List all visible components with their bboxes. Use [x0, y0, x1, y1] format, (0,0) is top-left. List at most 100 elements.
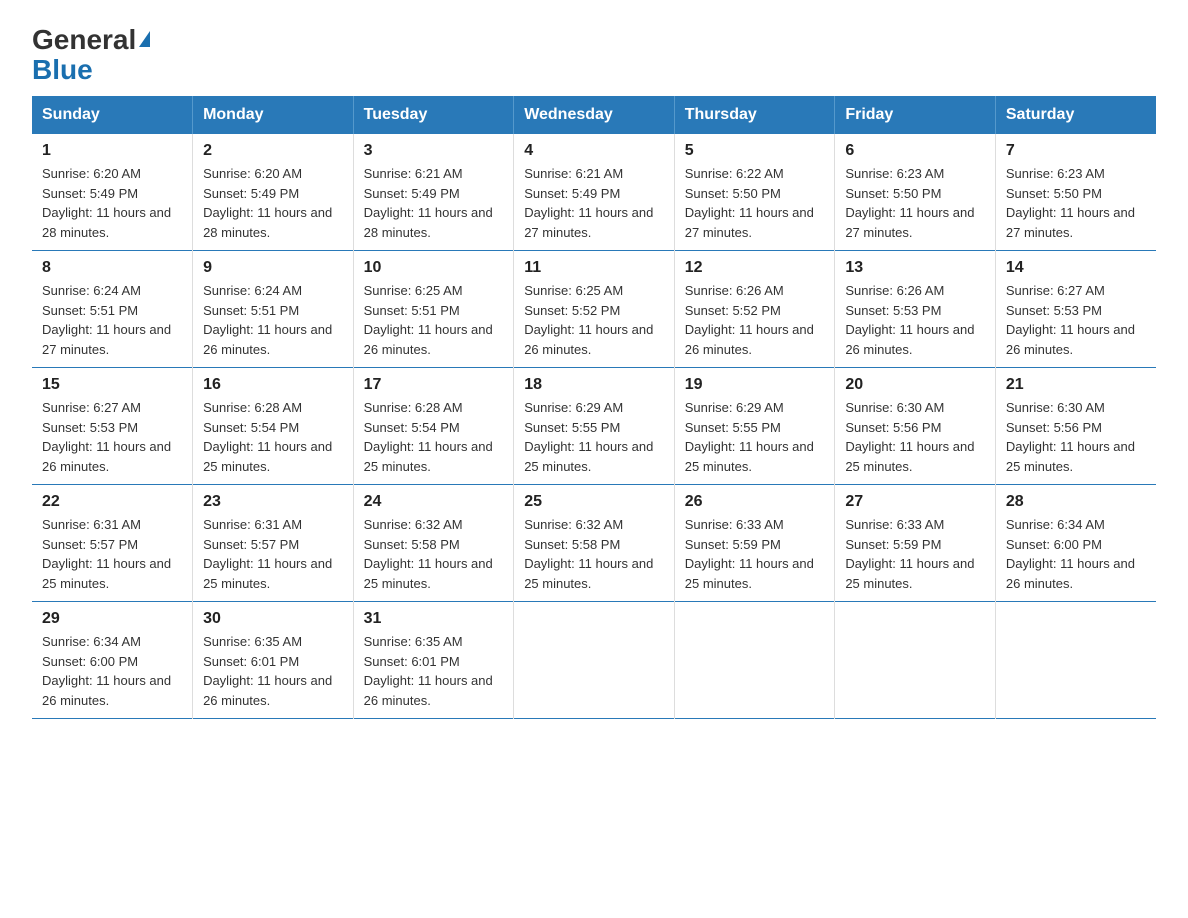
logo-blue-text: Blue [32, 56, 93, 84]
day-info: Sunrise: 6:34 AMSunset: 6:00 PMDaylight:… [1006, 515, 1146, 593]
day-number: 20 [845, 376, 985, 394]
day-info: Sunrise: 6:24 AMSunset: 5:51 PMDaylight:… [203, 281, 343, 359]
calendar-day-cell: 12 Sunrise: 6:26 AMSunset: 5:52 PMDaylig… [674, 251, 835, 368]
day-info: Sunrise: 6:23 AMSunset: 5:50 PMDaylight:… [1006, 164, 1146, 242]
day-info: Sunrise: 6:20 AMSunset: 5:49 PMDaylight:… [203, 164, 343, 242]
day-number: 25 [524, 493, 664, 511]
calendar-day-cell: 13 Sunrise: 6:26 AMSunset: 5:53 PMDaylig… [835, 251, 996, 368]
calendar-day-cell: 28 Sunrise: 6:34 AMSunset: 6:00 PMDaylig… [995, 485, 1156, 602]
calendar-day-cell [995, 602, 1156, 719]
calendar-day-cell: 23 Sunrise: 6:31 AMSunset: 5:57 PMDaylig… [193, 485, 354, 602]
calendar-week-row: 8 Sunrise: 6:24 AMSunset: 5:51 PMDayligh… [32, 251, 1156, 368]
day-number: 16 [203, 376, 343, 394]
day-number: 27 [845, 493, 985, 511]
day-info: Sunrise: 6:25 AMSunset: 5:52 PMDaylight:… [524, 281, 664, 359]
day-number: 7 [1006, 142, 1146, 160]
day-info: Sunrise: 6:28 AMSunset: 5:54 PMDaylight:… [203, 398, 343, 476]
calendar-day-cell: 31 Sunrise: 6:35 AMSunset: 6:01 PMDaylig… [353, 602, 514, 719]
day-info: Sunrise: 6:35 AMSunset: 6:01 PMDaylight:… [203, 632, 343, 710]
day-number: 10 [364, 259, 504, 277]
calendar-week-row: 15 Sunrise: 6:27 AMSunset: 5:53 PMDaylig… [32, 368, 1156, 485]
day-number: 31 [364, 610, 504, 628]
calendar-header-row: SundayMondayTuesdayWednesdayThursdayFrid… [32, 96, 1156, 134]
calendar-day-cell: 25 Sunrise: 6:32 AMSunset: 5:58 PMDaylig… [514, 485, 675, 602]
calendar-week-row: 22 Sunrise: 6:31 AMSunset: 5:57 PMDaylig… [32, 485, 1156, 602]
day-number: 17 [364, 376, 504, 394]
calendar-day-cell: 10 Sunrise: 6:25 AMSunset: 5:51 PMDaylig… [353, 251, 514, 368]
calendar-day-cell: 27 Sunrise: 6:33 AMSunset: 5:59 PMDaylig… [835, 485, 996, 602]
day-number: 23 [203, 493, 343, 511]
day-number: 29 [42, 610, 182, 628]
calendar-day-cell: 26 Sunrise: 6:33 AMSunset: 5:59 PMDaylig… [674, 485, 835, 602]
day-number: 3 [364, 142, 504, 160]
calendar-day-cell: 21 Sunrise: 6:30 AMSunset: 5:56 PMDaylig… [995, 368, 1156, 485]
calendar-day-cell: 22 Sunrise: 6:31 AMSunset: 5:57 PMDaylig… [32, 485, 193, 602]
calendar-table: SundayMondayTuesdayWednesdayThursdayFrid… [32, 96, 1156, 719]
calendar-day-cell [674, 602, 835, 719]
calendar-day-cell: 19 Sunrise: 6:29 AMSunset: 5:55 PMDaylig… [674, 368, 835, 485]
day-info: Sunrise: 6:27 AMSunset: 5:53 PMDaylight:… [42, 398, 182, 476]
calendar-day-cell: 16 Sunrise: 6:28 AMSunset: 5:54 PMDaylig… [193, 368, 354, 485]
day-info: Sunrise: 6:31 AMSunset: 5:57 PMDaylight:… [203, 515, 343, 593]
day-info: Sunrise: 6:33 AMSunset: 5:59 PMDaylight:… [685, 515, 825, 593]
logo-general-text: General [32, 24, 136, 56]
day-number: 18 [524, 376, 664, 394]
calendar-day-cell [835, 602, 996, 719]
col-header-thursday: Thursday [674, 96, 835, 134]
day-number: 14 [1006, 259, 1146, 277]
calendar-day-cell [514, 602, 675, 719]
col-header-monday: Monday [193, 96, 354, 134]
calendar-day-cell: 14 Sunrise: 6:27 AMSunset: 5:53 PMDaylig… [995, 251, 1156, 368]
calendar-day-cell: 24 Sunrise: 6:32 AMSunset: 5:58 PMDaylig… [353, 485, 514, 602]
calendar-week-row: 29 Sunrise: 6:34 AMSunset: 6:00 PMDaylig… [32, 602, 1156, 719]
day-info: Sunrise: 6:35 AMSunset: 6:01 PMDaylight:… [364, 632, 504, 710]
logo-triangle-icon [139, 31, 150, 47]
day-number: 15 [42, 376, 182, 394]
day-info: Sunrise: 6:25 AMSunset: 5:51 PMDaylight:… [364, 281, 504, 359]
calendar-day-cell: 5 Sunrise: 6:22 AMSunset: 5:50 PMDayligh… [674, 134, 835, 251]
day-number: 8 [42, 259, 182, 277]
day-info: Sunrise: 6:32 AMSunset: 5:58 PMDaylight:… [364, 515, 504, 593]
calendar-day-cell: 1 Sunrise: 6:20 AMSunset: 5:49 PMDayligh… [32, 134, 193, 251]
day-number: 4 [524, 142, 664, 160]
calendar-day-cell: 29 Sunrise: 6:34 AMSunset: 6:00 PMDaylig… [32, 602, 193, 719]
calendar-day-cell: 2 Sunrise: 6:20 AMSunset: 5:49 PMDayligh… [193, 134, 354, 251]
calendar-day-cell: 18 Sunrise: 6:29 AMSunset: 5:55 PMDaylig… [514, 368, 675, 485]
col-header-tuesday: Tuesday [353, 96, 514, 134]
day-number: 9 [203, 259, 343, 277]
day-info: Sunrise: 6:24 AMSunset: 5:51 PMDaylight:… [42, 281, 182, 359]
calendar-day-cell: 3 Sunrise: 6:21 AMSunset: 5:49 PMDayligh… [353, 134, 514, 251]
day-info: Sunrise: 6:29 AMSunset: 5:55 PMDaylight:… [524, 398, 664, 476]
day-info: Sunrise: 6:32 AMSunset: 5:58 PMDaylight:… [524, 515, 664, 593]
day-info: Sunrise: 6:20 AMSunset: 5:49 PMDaylight:… [42, 164, 182, 242]
calendar-day-cell: 7 Sunrise: 6:23 AMSunset: 5:50 PMDayligh… [995, 134, 1156, 251]
col-header-friday: Friday [835, 96, 996, 134]
day-info: Sunrise: 6:26 AMSunset: 5:52 PMDaylight:… [685, 281, 825, 359]
day-number: 28 [1006, 493, 1146, 511]
day-number: 12 [685, 259, 825, 277]
day-info: Sunrise: 6:27 AMSunset: 5:53 PMDaylight:… [1006, 281, 1146, 359]
calendar-day-cell: 30 Sunrise: 6:35 AMSunset: 6:01 PMDaylig… [193, 602, 354, 719]
logo: General Blue [32, 24, 150, 84]
day-number: 24 [364, 493, 504, 511]
day-info: Sunrise: 6:23 AMSunset: 5:50 PMDaylight:… [845, 164, 985, 242]
calendar-day-cell: 4 Sunrise: 6:21 AMSunset: 5:49 PMDayligh… [514, 134, 675, 251]
day-number: 1 [42, 142, 182, 160]
calendar-week-row: 1 Sunrise: 6:20 AMSunset: 5:49 PMDayligh… [32, 134, 1156, 251]
col-header-saturday: Saturday [995, 96, 1156, 134]
day-info: Sunrise: 6:31 AMSunset: 5:57 PMDaylight:… [42, 515, 182, 593]
calendar-day-cell: 20 Sunrise: 6:30 AMSunset: 5:56 PMDaylig… [835, 368, 996, 485]
calendar-day-cell: 15 Sunrise: 6:27 AMSunset: 5:53 PMDaylig… [32, 368, 193, 485]
day-info: Sunrise: 6:21 AMSunset: 5:49 PMDaylight:… [524, 164, 664, 242]
day-info: Sunrise: 6:30 AMSunset: 5:56 PMDaylight:… [1006, 398, 1146, 476]
day-number: 22 [42, 493, 182, 511]
day-number: 13 [845, 259, 985, 277]
col-header-wednesday: Wednesday [514, 96, 675, 134]
day-info: Sunrise: 6:29 AMSunset: 5:55 PMDaylight:… [685, 398, 825, 476]
day-number: 21 [1006, 376, 1146, 394]
calendar-day-cell: 17 Sunrise: 6:28 AMSunset: 5:54 PMDaylig… [353, 368, 514, 485]
col-header-sunday: Sunday [32, 96, 193, 134]
day-number: 5 [685, 142, 825, 160]
day-number: 2 [203, 142, 343, 160]
day-info: Sunrise: 6:22 AMSunset: 5:50 PMDaylight:… [685, 164, 825, 242]
